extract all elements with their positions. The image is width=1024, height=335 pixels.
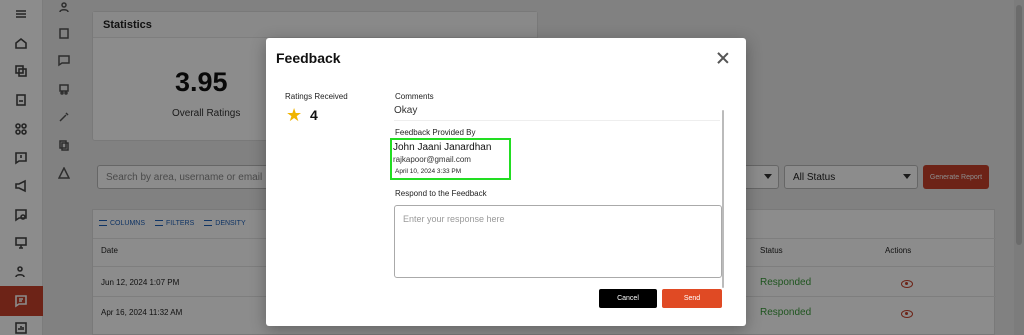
provider-name: John Jaani Janardhan bbox=[393, 142, 492, 153]
feedback-provided-by-label: Feedback Provided By bbox=[395, 128, 476, 137]
comments-value: Okay bbox=[394, 105, 418, 116]
comments-label: Comments bbox=[395, 92, 434, 101]
divider bbox=[394, 120, 720, 121]
response-textarea[interactable]: Enter your response here bbox=[394, 205, 722, 278]
close-icon[interactable] bbox=[717, 52, 729, 64]
cancel-button[interactable]: Cancel bbox=[599, 289, 657, 308]
ratings-received-label: Ratings Received bbox=[285, 92, 348, 101]
provided-date: April 10, 2024 3:33 PM bbox=[395, 168, 462, 175]
respond-label: Respond to the Feedback bbox=[395, 189, 487, 198]
rating-value: 4 bbox=[310, 107, 318, 123]
provider-email: rajkapoor@gmail.com bbox=[393, 155, 471, 164]
modal-scrollbar[interactable] bbox=[722, 110, 724, 288]
feedback-modal: Feedback Ratings Received ★ 4 Comments O… bbox=[266, 38, 746, 326]
send-button[interactable]: Send bbox=[662, 289, 722, 308]
modal-title: Feedback bbox=[276, 50, 341, 66]
star-icon: ★ bbox=[286, 105, 303, 125]
